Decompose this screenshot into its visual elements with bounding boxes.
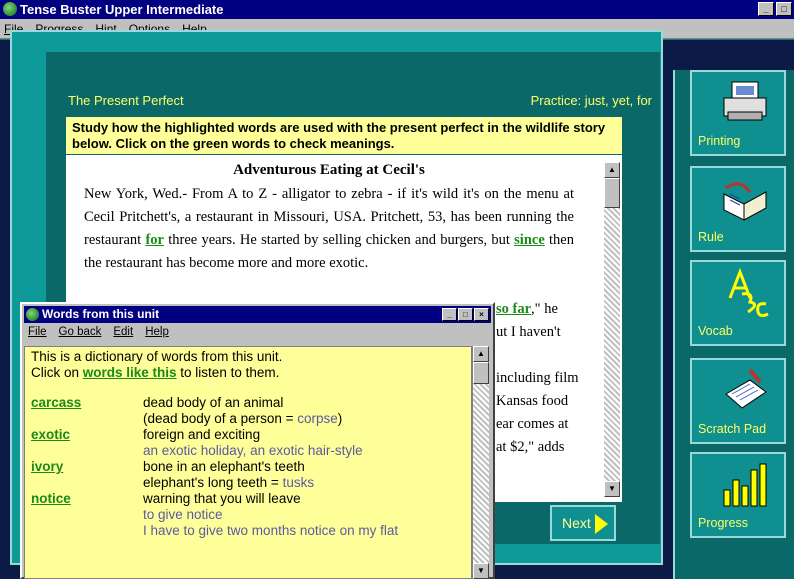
story-scrollbar[interactable]: ▲ ▼ — [604, 162, 620, 497]
story-paragraph: New York, Wed.- From A to Z - alligator … — [84, 183, 574, 275]
list-item: (dead body of a person = corpse) — [31, 411, 465, 427]
word-link-since[interactable]: since — [514, 232, 545, 248]
entry-word-notice[interactable]: notice — [31, 491, 71, 507]
story-fragment: ear comes at — [496, 416, 569, 432]
minimize-button[interactable]: _ — [758, 2, 774, 16]
scroll-down-arrow-icon[interactable]: ▼ — [473, 563, 489, 579]
dictionary-intro-line: This is a dictionary of words from this … — [31, 349, 283, 364]
instructions: Study how the highlighted words are used… — [66, 117, 622, 154]
story-fragment: so far," he — [496, 298, 558, 321]
scroll-up-arrow-icon[interactable]: ▲ — [604, 162, 620, 178]
abc-icon — [728, 268, 769, 318]
printing-label: Printing — [698, 134, 741, 148]
note-text: ) — [337, 411, 343, 426]
entry-note: elephant's long teeth = tusks — [143, 475, 314, 491]
dict-menu-go-back[interactable]: Go back — [59, 326, 102, 338]
dictionary-window: Words from this unit _ □ × File Go back … — [20, 302, 495, 579]
practice-title: Practice: just, yet, for — [530, 93, 652, 108]
list-item: carcass dead body of an animal — [31, 395, 465, 411]
entry-note: (dead body of a person = corpse) — [143, 411, 342, 427]
story-title: Adventurous Eating at Cecil's — [233, 162, 425, 178]
globe-icon — [26, 308, 39, 321]
globe-icon — [3, 2, 17, 16]
printing-button[interactable]: Printing — [690, 70, 786, 156]
list-item: notice warning that you will leave — [31, 491, 465, 507]
next-label: Next — [562, 515, 591, 531]
next-button[interactable]: Next — [550, 505, 616, 541]
story-fragment: Kansas food — [496, 393, 569, 409]
dictionary-window-controls: _ □ × — [442, 308, 489, 321]
related-word: corpse — [297, 411, 338, 426]
entry-definition: foreign and exciting — [143, 427, 261, 442]
scroll-down-arrow-icon[interactable]: ▼ — [604, 481, 620, 497]
note-text: (dead body of a person = — [143, 411, 298, 426]
close-button[interactable]: × — [474, 308, 489, 321]
dict-menu-file[interactable]: File — [28, 326, 47, 338]
list-item: to give notice — [31, 507, 465, 523]
dict-menu-edit[interactable]: Edit — [113, 326, 133, 338]
app-title: Tense Buster Upper Intermediate — [20, 2, 224, 17]
entry-definition: bone in an elephant's teeth — [143, 459, 305, 474]
list-item: elephant's long teeth = tusks — [31, 475, 465, 491]
entry-word-carcass[interactable]: carcass — [31, 395, 81, 411]
vocab-label: Vocab — [698, 324, 733, 338]
book-icon — [723, 182, 767, 221]
scroll-thumb[interactable] — [473, 362, 489, 384]
intro-text: to listen to them. — [176, 365, 280, 380]
list-item: I have to give two months notice on my f… — [31, 523, 465, 539]
entry-definition: warning that you will leave — [143, 491, 301, 506]
printer-icon — [723, 81, 767, 121]
entry-word-exotic[interactable]: exotic — [31, 427, 70, 443]
dictionary-title: Words from this unit — [42, 307, 160, 321]
note-text: elephant's long teeth = — [143, 475, 283, 490]
scroll-thumb[interactable] — [604, 178, 620, 208]
dictionary-intro-line: Click on words like this to listen to th… — [31, 365, 465, 381]
story-text-part: three years. He started by selling chick… — [163, 232, 515, 248]
scratch-pad-button[interactable]: Scratch Pad — [690, 358, 786, 444]
progress-button[interactable]: Progress — [690, 452, 786, 538]
maximize-button[interactable]: □ — [458, 308, 473, 321]
arrow-right-icon — [595, 514, 608, 534]
vocab-button[interactable]: Vocab — [690, 260, 786, 346]
story-text-part: ," he — [531, 301, 558, 317]
story-fragment: ut I haven't — [496, 324, 561, 340]
word-link-so-far[interactable]: so far — [496, 301, 531, 317]
list-item: exotic foreign and exciting — [31, 427, 465, 443]
scratch-pad-label: Scratch Pad — [698, 422, 767, 436]
minimize-button[interactable]: _ — [442, 308, 457, 321]
notepad-icon — [725, 368, 767, 409]
related-word: tusks — [282, 475, 315, 490]
entry-example: to give notice — [143, 507, 223, 522]
entry-definition: dead body of an animal — [143, 395, 284, 410]
dictionary-scrollbar[interactable]: ▲ ▼ — [472, 346, 489, 579]
list-item: ivory bone in an elephant's teeth — [31, 459, 465, 475]
intro-text: Click on — [31, 365, 83, 380]
dictionary-title-bar[interactable]: Words from this unit _ □ × — [24, 306, 491, 323]
rule-label: Rule — [698, 230, 724, 244]
entry-example: an exotic holiday, an exotic hair-style — [143, 443, 363, 458]
section-title: The Present Perfect — [68, 93, 184, 108]
list-item: an exotic holiday, an exotic hair-style — [31, 443, 465, 459]
maximize-button[interactable]: □ — [776, 2, 792, 16]
dictionary-menu-bar: File Go back Edit Help — [28, 326, 169, 338]
bar-chart-icon — [723, 463, 767, 507]
story-fragment: at $2," adds — [496, 439, 565, 455]
scroll-up-arrow-icon[interactable]: ▲ — [473, 346, 489, 362]
entry-example: I have to give two months notice on my f… — [143, 523, 399, 538]
dictionary-content: This is a dictionary of words from this … — [24, 346, 472, 579]
rule-button[interactable]: Rule — [690, 166, 786, 252]
progress-label: Progress — [698, 516, 749, 530]
word-link-for[interactable]: for — [145, 232, 164, 248]
dict-menu-help[interactable]: Help — [145, 326, 169, 338]
entry-word-ivory[interactable]: ivory — [31, 459, 63, 475]
story-fragment: including film — [496, 370, 579, 386]
sample-word-link[interactable]: words like this — [83, 365, 177, 380]
app-title-bar: Tense Buster Upper Intermediate _ □ — [0, 0, 794, 19]
window-controls: _ □ — [758, 2, 792, 16]
